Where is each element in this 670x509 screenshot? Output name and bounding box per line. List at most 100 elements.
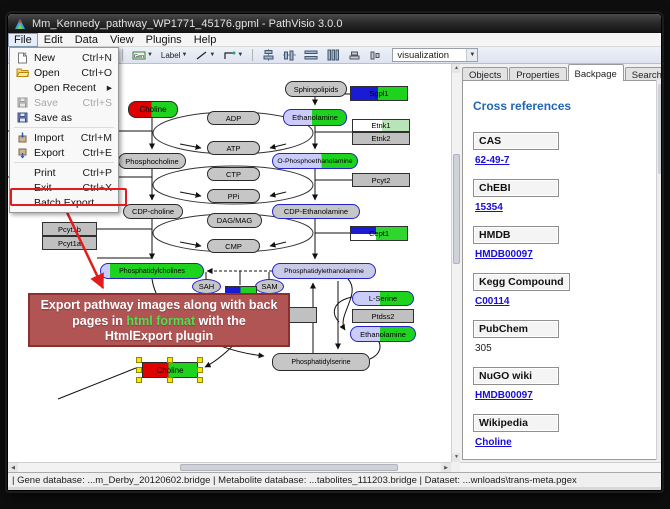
menu-item-export[interactable]: Export Ctrl+E (10, 145, 118, 160)
menu-plugins[interactable]: Plugins (140, 33, 188, 47)
xref-header: PubChem (473, 320, 559, 338)
node-pcyt1a[interactable]: Pcyt1a (42, 236, 97, 250)
menu-view[interactable]: View (104, 33, 140, 47)
node-cdp-choline[interactable]: CDP-choline (123, 204, 183, 219)
selection-handle[interactable] (167, 357, 173, 363)
stack-horizontal-button[interactable] (346, 48, 363, 63)
xref-header: ChEBI (473, 179, 559, 197)
stack-vertical-button[interactable] (367, 48, 384, 63)
node-pcyt2[interactable]: Pcyt2 (352, 173, 410, 187)
menu-item-print[interactable]: Print Ctrl+P (10, 165, 118, 180)
selection-handle[interactable] (197, 357, 203, 363)
node-phosphatidylserine[interactable]: Phosphatidylserine (272, 353, 370, 371)
menu-file[interactable]: File (8, 33, 38, 47)
xref-link[interactable]: 62-49-7 (475, 155, 650, 166)
menu-item-label: Open Recent (34, 82, 96, 94)
node-ethanolamine-top[interactable]: Ethanolamine (283, 109, 347, 126)
menu-item-save-as[interactable]: Save as (10, 110, 118, 125)
node-pcyt1b[interactable]: Pcyt1b (42, 222, 97, 236)
menu-bar: File Edit Data View Plugins Help (8, 33, 661, 47)
status-bar: | Gene database: ...m_Derby_20120602.bri… (8, 472, 661, 487)
selection-handle[interactable] (167, 377, 173, 383)
menu-item-label: Save as (34, 112, 72, 124)
node-sphingolipids[interactable]: Sphingolipids (285, 81, 347, 97)
node-phosphatidylcholines[interactable]: Phosphatidylcholines (100, 263, 204, 279)
backpage-panel: Cross references CAS 62-49-7 ChEBI 15354… (462, 80, 661, 460)
tab-objects[interactable]: Objects (462, 67, 508, 81)
node-choline-top[interactable]: Choline (128, 101, 178, 118)
sidebar-scrollbar[interactable] (656, 80, 662, 460)
tab-search[interactable]: Search (625, 67, 662, 81)
menu-item-import[interactable]: Import Ctrl+M (10, 130, 118, 145)
node-etnk1[interactable]: Etnk1 (352, 119, 410, 132)
node-dag[interactable]: DAG/MAG (207, 213, 262, 228)
chevron-down-icon[interactable]: ▼ (466, 49, 477, 61)
sidebar: Objects Properties Backpage Search Legen… (460, 64, 662, 462)
selection-handle[interactable] (136, 357, 142, 363)
chevron-down-icon[interactable]: ▼ (237, 52, 243, 58)
node-phosphatidylethanolamine[interactable]: Phosphatidylethanolamine (272, 263, 376, 279)
chevron-down-icon[interactable]: ▼ (181, 52, 187, 58)
xref-link[interactable]: HMDB00097 (475, 249, 650, 260)
node-phosphocholine[interactable]: Phosphocholine (118, 153, 186, 169)
menu-item-batch-export[interactable]: Batch Export (10, 195, 118, 210)
svg-text:Gen: Gen (134, 54, 144, 60)
menu-item-open-recent[interactable]: Open Recent ▸ (10, 80, 118, 95)
canvas-vertical-scrollbar[interactable]: ▲ ▼ (451, 64, 460, 462)
distribute-vertical-button[interactable] (324, 48, 342, 63)
menu-item-exit[interactable]: Exit Ctrl+X (10, 180, 118, 195)
xref-link[interactable]: HMDB00097 (475, 390, 650, 401)
node-adp[interactable]: ADP (207, 111, 260, 125)
menu-edit[interactable]: Edit (38, 33, 69, 47)
menu-item-open[interactable]: Open Ctrl+O (10, 65, 118, 80)
node-cept1[interactable]: Cept1 (350, 226, 408, 241)
node-sgpl1[interactable]: Sgpl1 (350, 86, 408, 101)
empty-icon-slot (14, 182, 30, 194)
xref-link[interactable]: Choline (475, 437, 650, 448)
node-choline-selected[interactable]: Choline (142, 362, 198, 378)
canvas-horizontal-scrollbar[interactable]: ◀ ▶ (8, 462, 451, 472)
tab-properties[interactable]: Properties (509, 67, 566, 81)
scrollbar-thumb[interactable] (658, 84, 662, 174)
selection-handle[interactable] (197, 377, 203, 383)
annotation-line2: pages in html format with the (72, 314, 246, 328)
xref-link[interactable]: C00114 (475, 296, 650, 307)
sidebar-horizontal-scrollbar[interactable] (460, 462, 662, 472)
menu-item-new[interactable]: New Ctrl+N (10, 50, 118, 65)
node-o-phosphoethanolamine[interactable]: O-Phosphoethanolamine (272, 153, 358, 169)
node-l-serine[interactable]: L-Serine (352, 291, 414, 306)
node-ctp[interactable]: CTP (207, 167, 260, 181)
selection-handle[interactable] (197, 367, 203, 373)
add-label-button[interactable]: Label ▼ (159, 48, 190, 63)
node-atp[interactable]: ATP (207, 141, 260, 155)
node-ptdss2[interactable]: Ptdss2 (352, 309, 414, 323)
node-cmp[interactable]: CMP (207, 239, 260, 253)
distribute-horizontal-button[interactable] (302, 48, 320, 63)
align-center-horizontal-button[interactable] (260, 48, 277, 63)
xref-link[interactable]: 15354 (475, 202, 650, 213)
scrollbar-thumb[interactable] (453, 154, 460, 264)
node-sah[interactable]: SAH (192, 279, 221, 294)
node-ppi[interactable]: PPi (207, 189, 260, 203)
node-ethanolamine-bottom[interactable]: Ethanolamine (350, 326, 416, 342)
menu-item-shortcut: Ctrl+M (81, 132, 112, 144)
scrollbar-thumb[interactable] (180, 464, 398, 471)
add-datanode-button[interactable]: Gen ▼ (130, 48, 155, 63)
visualization-combobox[interactable]: visualization ▼ (392, 48, 478, 62)
selection-handle[interactable] (136, 367, 142, 373)
node-cdp-ethanolamine[interactable]: CDP-Ethanolamine (272, 204, 360, 219)
menu-help[interactable]: Help (188, 33, 223, 47)
selection-handle[interactable] (136, 377, 142, 383)
node-sam[interactable]: SAM (255, 279, 284, 294)
node-hidden-gene-partial[interactable] (289, 307, 317, 323)
draw-connector-button[interactable]: ▼ (221, 48, 245, 63)
menu-item-label: Save (34, 97, 58, 109)
tab-backpage[interactable]: Backpage (568, 64, 624, 81)
align-center-vertical-button[interactable] (281, 48, 298, 63)
node-etnk2[interactable]: Etnk2 (352, 132, 410, 145)
menu-data[interactable]: Data (69, 33, 104, 47)
chevron-down-icon[interactable]: ▼ (209, 52, 215, 58)
annotation-line1: Export pathway images along with back (41, 298, 278, 312)
draw-line-button[interactable]: ▼ (193, 48, 217, 63)
chevron-down-icon[interactable]: ▼ (147, 52, 153, 58)
